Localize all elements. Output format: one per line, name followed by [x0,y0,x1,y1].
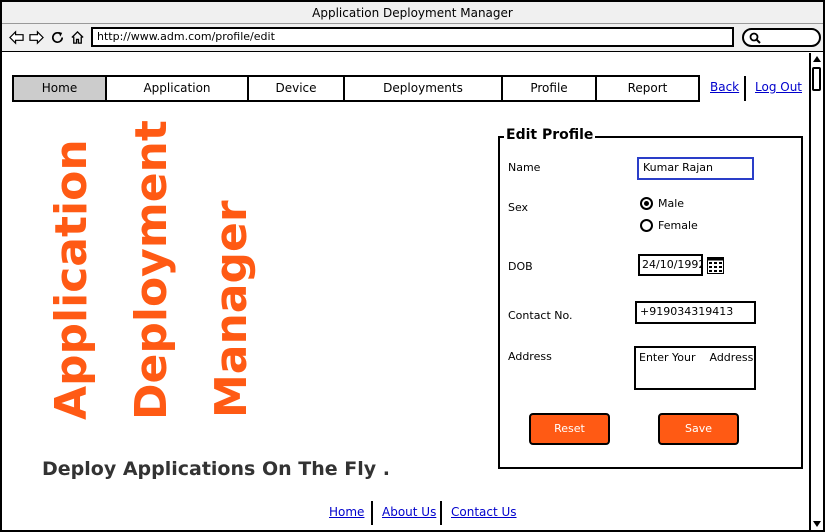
scrollbar-thumb[interactable] [812,67,821,91]
hero-word-deployment: Deployment [126,120,177,420]
scroll-up-arrow-icon[interactable] [811,53,823,65]
radio-button[interactable] [640,197,653,210]
search-icon [749,32,761,44]
contact-label: Contact No. [508,309,573,322]
nav-item-profile[interactable]: Profile [503,77,597,100]
footer-divider [440,501,442,525]
footer-link-home[interactable]: Home [329,505,364,519]
window-title: Application Deployment Manager [2,2,823,24]
name-label: Name [508,161,541,174]
footer-divider [371,501,373,525]
refresh-icon[interactable] [49,27,65,47]
radio-button[interactable] [640,219,653,232]
nav-item-deployments[interactable]: Deployments [345,77,503,100]
home-icon[interactable] [69,27,85,47]
footer-link-about-us[interactable]: About Us [382,505,436,519]
radio-label-female: Female [658,219,698,232]
dob-label: DOB [508,260,533,273]
tagline: Deploy Applications On The Fly . [42,458,390,480]
contact-input[interactable]: +919034319413 [635,301,756,324]
browser-toolbar: http://www.adm.com/profile/edit [2,24,823,52]
back-link[interactable]: Back [710,80,739,94]
name-input[interactable]: Kumar Rajan [637,157,754,180]
forward-arrow-icon[interactable] [28,27,44,47]
sex-radio-male[interactable]: Male [640,197,684,210]
save-button[interactable]: Save [658,413,739,445]
address-label: Address [508,350,552,363]
logout-link[interactable]: Log Out [755,80,802,94]
address-textarea[interactable]: Enter Your Address [634,346,756,390]
main-nav: Home Application Device Deployments Prof… [12,75,700,102]
sex-label: Sex [508,201,529,214]
back-arrow-icon[interactable] [8,27,24,47]
dob-input[interactable]: 24/10/1992 [638,254,703,276]
nav-item-home[interactable]: Home [14,77,107,100]
calendar-icon[interactable] [707,256,724,274]
link-divider [744,76,746,101]
radio-selected-dot [644,201,649,206]
scroll-down-arrow-icon[interactable] [811,518,823,530]
nav-item-device[interactable]: Device [249,77,345,100]
nav-item-application[interactable]: Application [107,77,249,100]
nav-item-report[interactable]: Report [597,77,698,100]
reset-button[interactable]: Reset [529,413,610,445]
hero-word-manager: Manager [206,200,257,418]
hero-word-application: Application [46,139,97,420]
footer-link-contact-us[interactable]: Contact Us [451,505,517,519]
edit-profile-legend: Edit Profile [504,127,596,143]
sex-radio-female[interactable]: Female [640,219,698,232]
radio-label-male: Male [658,197,685,210]
vertical-scrollbar[interactable] [809,53,823,530]
url-bar[interactable]: http://www.adm.com/profile/edit [91,27,734,47]
browser-window: Application Deployment Manager http://ww… [0,0,825,532]
browser-search-box[interactable] [742,28,821,47]
